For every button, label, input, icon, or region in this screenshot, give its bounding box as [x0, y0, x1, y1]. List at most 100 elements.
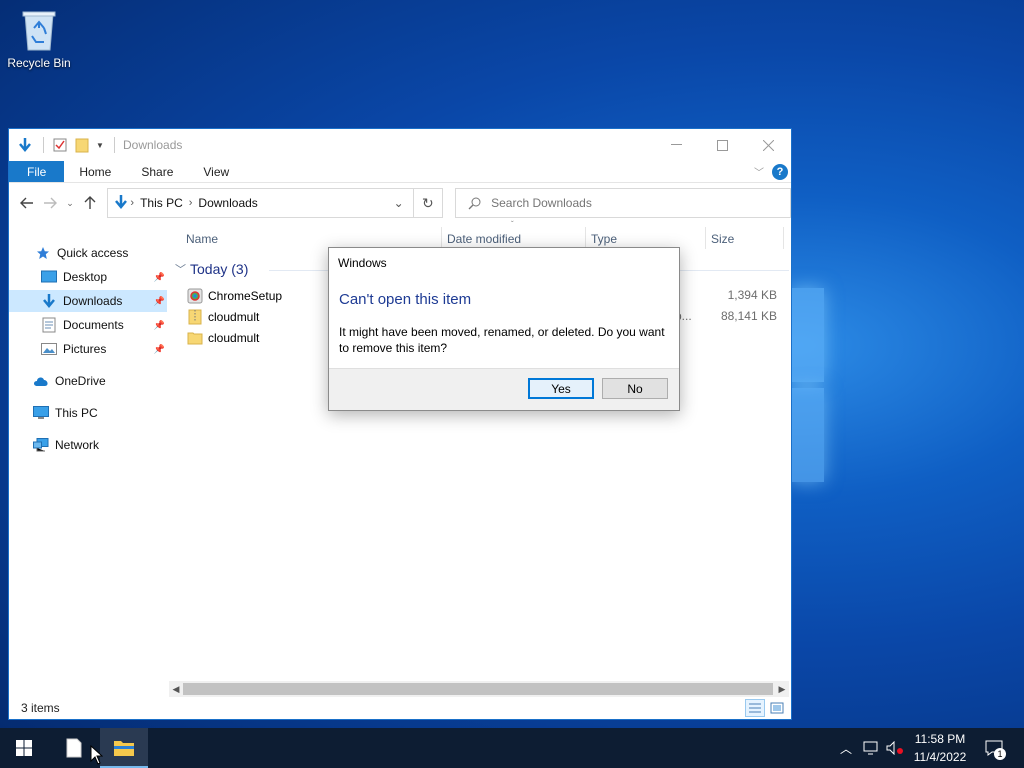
pin-icon[interactable]: 📌 [154, 272, 165, 283]
forward-button[interactable] [39, 191, 63, 215]
sidebar-item-desktop[interactable]: Desktop 📌 [9, 266, 167, 288]
sidebar-item-this-pc[interactable]: This PC [9, 402, 167, 424]
help-icon[interactable]: ? [772, 163, 788, 180]
pictures-folder-icon [41, 341, 57, 357]
address-dropdown-icon[interactable]: ⌄ [385, 196, 413, 210]
windows-logo-wallpaper [790, 288, 828, 484]
sidebar-item-onedrive[interactable]: OneDrive [9, 370, 167, 392]
search-box[interactable] [455, 188, 792, 218]
notification-count-badge: 1 [994, 748, 1006, 760]
up-button[interactable] [78, 191, 102, 215]
scroll-left-icon[interactable]: ◀ [169, 681, 183, 697]
expand-ribbon-chevron-icon[interactable]: ﹀ [754, 164, 764, 179]
close-icon [762, 139, 774, 151]
dialog-message: It might have been moved, renamed, or de… [339, 325, 665, 355]
horizontal-scrollbar[interactable]: ◀ ▶ [169, 681, 789, 697]
new-folder-icon[interactable] [72, 135, 92, 155]
file-name: cloudmult [208, 331, 260, 345]
window-title: Downloads [123, 138, 183, 152]
customize-quick-access-icon[interactable]: ▼ [94, 135, 106, 155]
clock[interactable]: 11:58 PM 11/4/2022 [902, 730, 978, 766]
collapse-chevron-icon: ﹀ [175, 264, 186, 276]
minimize-icon [670, 144, 682, 145]
recycle-bin-desktop-icon[interactable]: Recycle Bin [6, 6, 72, 70]
properties-icon[interactable] [50, 135, 70, 155]
scroll-right-icon[interactable]: ▶ [775, 681, 789, 697]
maximize-icon [716, 139, 728, 151]
breadcrumb-chevron-icon[interactable]: › [130, 197, 134, 209]
clock-date: 11/4/2022 [913, 750, 967, 764]
address-bar[interactable]: › This PC › Downloads ⌄ [107, 188, 414, 218]
up-arrow-icon [84, 196, 96, 209]
network-status-button[interactable] [860, 728, 882, 768]
sidebar-item-downloads[interactable]: Downloads 📌 [9, 290, 167, 312]
tab-file[interactable]: File [9, 161, 65, 182]
setup-app-icon [187, 288, 203, 304]
yes-button[interactable]: Yes [528, 378, 594, 399]
no-button[interactable]: No [602, 378, 668, 399]
group-label: Today (3) [190, 261, 249, 277]
large-icons-view-button[interactable] [767, 699, 787, 717]
back-arrow-icon [19, 197, 33, 209]
sidebar-item-pictures[interactable]: Pictures 📌 [9, 338, 167, 360]
maximize-button[interactable] [699, 129, 745, 161]
search-input[interactable] [491, 196, 772, 210]
sidebar-item-label: Network [55, 438, 100, 452]
tab-share[interactable]: Share [126, 161, 188, 182]
navigation-bar: ⌄ › This PC › Downloads ⌄ ↻ [9, 183, 792, 223]
breadcrumb-downloads[interactable]: Downloads [198, 196, 257, 210]
tab-home[interactable]: Home [64, 161, 126, 182]
file-size: 1,394 KB [727, 288, 777, 302]
navigation-pane: Quick access Desktop 📌 Downloads 📌 Docum… [9, 225, 167, 679]
file-name: cloudmult [208, 310, 260, 324]
scrollbar-thumb[interactable] [183, 683, 773, 695]
refresh-button[interactable]: ↻ [413, 188, 444, 218]
pin-icon[interactable]: 📌 [154, 296, 165, 307]
sidebar-item-network[interactable]: Network [9, 434, 167, 456]
recycle-bin-label: Recycle Bin [7, 56, 71, 70]
mouse-pointer-icon [90, 744, 104, 768]
network-tray-icon [863, 741, 878, 755]
sidebar-item-label: Quick access [57, 246, 129, 260]
sidebar-item-label: Desktop [63, 270, 108, 284]
downloads-location-icon [114, 194, 128, 213]
dialog-title[interactable]: Windows [329, 248, 679, 278]
title-bar[interactable]: ▼ Downloads [9, 129, 791, 161]
tab-view[interactable]: View [188, 161, 244, 182]
status-bar: 3 items [9, 697, 791, 719]
zip-folder-icon [187, 309, 203, 325]
forward-arrow-icon [44, 197, 58, 209]
sidebar-item-label: Documents [63, 318, 124, 332]
dialog-footer: Yes No [329, 368, 679, 410]
blank-document-icon [66, 738, 82, 758]
column-header-name[interactable]: Name [186, 225, 218, 253]
action-center-button[interactable]: 1 [980, 728, 1008, 768]
taskbar-file-explorer-button[interactable] [100, 728, 148, 768]
network-icon [33, 437, 49, 453]
pin-icon[interactable]: 📌 [154, 320, 165, 331]
onedrive-cloud-icon [33, 373, 49, 389]
computer-icon [33, 405, 49, 421]
file-explorer-icon [114, 741, 134, 756]
details-view-icon [749, 703, 761, 713]
file-explorer-window: ▼ Downloads File Home Share View ﹀ ? ⌄ ›… [8, 128, 792, 720]
column-header-size[interactable]: Size [711, 225, 734, 253]
sidebar-item-quick-access[interactable]: Quick access [9, 242, 167, 264]
breadcrumb-this-pc[interactable]: This PC [140, 196, 183, 210]
recent-locations-button[interactable]: ⌄ [62, 191, 78, 215]
details-view-button[interactable] [745, 699, 765, 717]
back-button[interactable] [15, 191, 39, 215]
sort-indicator-icon: ˇ [511, 220, 514, 229]
documents-folder-icon [41, 317, 57, 333]
group-header-today[interactable]: ﹀ Today (3) [175, 261, 248, 277]
pin-icon[interactable]: 📌 [154, 344, 165, 355]
windows-start-icon [16, 740, 32, 756]
breadcrumb-chevron-icon[interactable]: › [189, 197, 193, 209]
item-count: 3 items [21, 701, 60, 715]
sidebar-item-documents[interactable]: Documents 📌 [9, 314, 167, 336]
show-hidden-icons-button[interactable]: ︿ [836, 728, 856, 768]
minimize-button[interactable] [653, 129, 699, 161]
search-icon [468, 197, 481, 209]
close-button[interactable] [745, 129, 791, 161]
start-button[interactable] [0, 728, 48, 768]
